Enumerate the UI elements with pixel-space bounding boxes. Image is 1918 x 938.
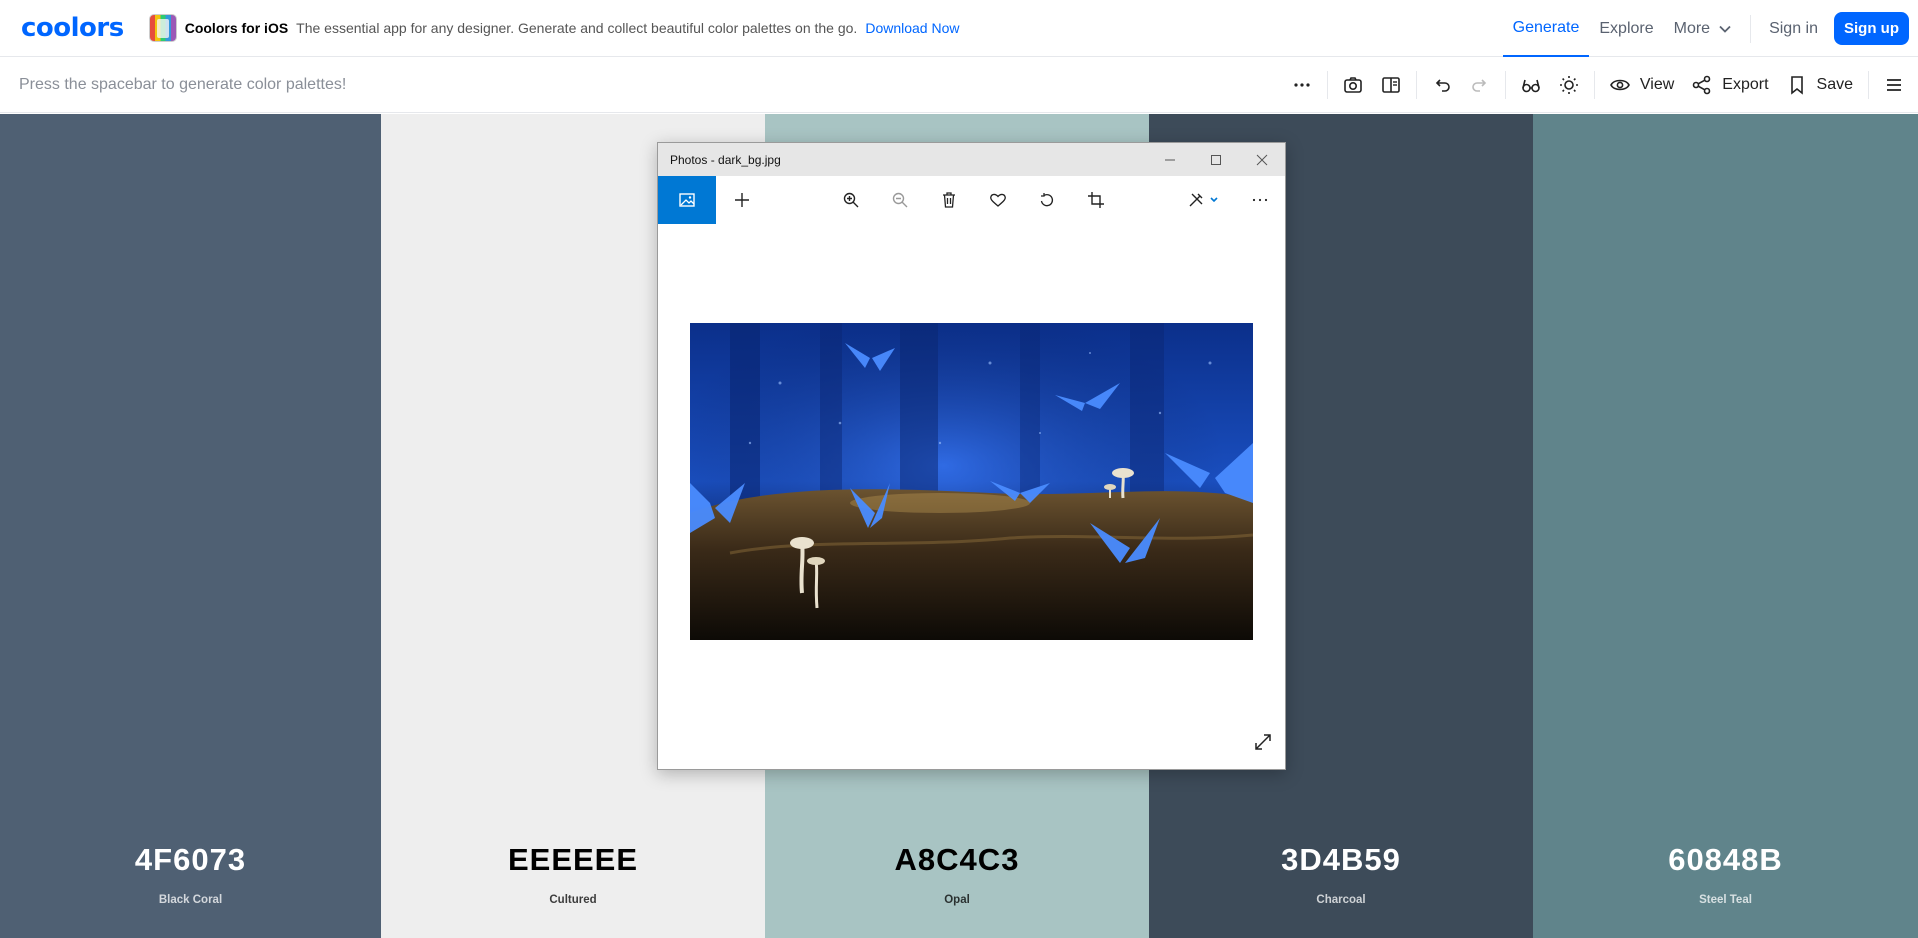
adjust-palette-button[interactable]: [1550, 57, 1588, 113]
chevron-down-icon: [1210, 197, 1218, 203]
full-screen-button[interactable]: [1253, 732, 1273, 757]
ios-promo-banner: Coolors for iOS The essential app for an…: [148, 14, 960, 42]
plus-icon: [735, 193, 749, 207]
download-now-link[interactable]: Download Now: [865, 20, 959, 36]
hamburger-menu-icon: [1887, 79, 1901, 91]
chevron-down-icon: [1719, 25, 1731, 33]
toolbar-divider: [1593, 71, 1595, 99]
promo-text: The essential app for any designer. Gene…: [296, 20, 858, 36]
photo-image[interactable]: [690, 323, 1253, 640]
redo-icon: [1472, 79, 1487, 92]
close-icon: [1256, 154, 1268, 165]
nav-more-label: More: [1673, 19, 1711, 37]
photos-toolbar: [658, 176, 1285, 224]
add-button[interactable]: [722, 176, 762, 224]
color-swatch[interactable]: 60848B Steel Teal: [1533, 114, 1918, 938]
toolbar-divider: [1504, 71, 1506, 99]
swatch-color-name[interactable]: Steel Teal: [1533, 894, 1918, 906]
nav-generate[interactable]: Generate: [1502, 0, 1590, 57]
generator-toolbar: Press the spacebar to generate color pal…: [0, 57, 1918, 113]
toolbar-actions: View Export Save: [1283, 57, 1918, 113]
swatch-hex[interactable]: 4F6073: [0, 842, 381, 878]
eye-icon: [1609, 79, 1630, 91]
zoom-in-icon: [843, 192, 859, 208]
edit-icon: [1189, 193, 1203, 207]
layout-icon: [1382, 77, 1400, 93]
promo-title: Coolors for iOS: [184, 20, 289, 36]
spacebar-hint: Press the spacebar to generate color pal…: [19, 75, 347, 93]
photos-app-window: Photos - dark_bg.jpg: [657, 142, 1286, 770]
save-label: Save: [1816, 76, 1853, 93]
nav-divider: [1750, 14, 1752, 43]
maximize-icon: [1211, 154, 1221, 165]
ios-app-icon: [148, 14, 177, 42]
expand-icon: [1255, 734, 1271, 750]
color-swatch[interactable]: 4F6073 Black Coral: [0, 114, 381, 938]
nav-more[interactable]: More: [1664, 0, 1742, 57]
sign-up-button[interactable]: Sign up: [1834, 12, 1909, 45]
camera-button[interactable]: [1334, 57, 1372, 113]
swatch-color-name[interactable]: Charcoal: [1149, 894, 1533, 906]
delete-button[interactable]: [929, 176, 969, 224]
bookmark-icon: [1790, 76, 1803, 95]
share-icon: [1692, 75, 1711, 95]
coolors-logo[interactable]: coolors: [21, 13, 124, 43]
nav-sign-in[interactable]: Sign in: [1759, 0, 1828, 57]
main-nav: Generate Explore More Sign in Sign up: [1502, 0, 1918, 57]
camera-icon: [1344, 77, 1362, 93]
save-button[interactable]: Save: [1778, 57, 1862, 113]
layout-button[interactable]: [1372, 57, 1410, 113]
swatch-color-name[interactable]: Cultured: [381, 894, 765, 906]
edit-create-button[interactable]: [1178, 176, 1228, 224]
more-options-button[interactable]: [1283, 57, 1321, 113]
glasses-icon: [1522, 79, 1540, 93]
undo-icon: [1435, 79, 1450, 92]
menu-button[interactable]: [1875, 57, 1918, 113]
image-icon: [679, 193, 695, 207]
zoom-out-button[interactable]: [880, 176, 920, 224]
swatch-hex[interactable]: 3D4B59: [1149, 842, 1533, 878]
maximize-button[interactable]: [1193, 143, 1239, 176]
top-navbar: coolors Coolors for iOS The essential ap…: [0, 0, 1918, 57]
toolbar-divider: [1415, 71, 1417, 99]
close-button[interactable]: [1239, 143, 1285, 176]
view-button[interactable]: View: [1601, 57, 1683, 113]
rotate-icon: [1040, 193, 1054, 207]
minimize-icon: [1165, 159, 1175, 160]
zoom-out-icon: [892, 192, 908, 208]
swatch-hex[interactable]: EEEEEE: [381, 842, 765, 878]
minimize-button[interactable]: [1147, 143, 1193, 176]
heart-icon: [990, 193, 1006, 207]
photos-title-bar[interactable]: Photos - dark_bg.jpg: [658, 143, 1285, 176]
see-all-photos-button[interactable]: [658, 176, 716, 224]
nav-explore[interactable]: Explore: [1589, 0, 1663, 57]
toolbar-divider: [1326, 71, 1328, 99]
swatch-hex[interactable]: 60848B: [1533, 842, 1918, 878]
crop-icon: [1088, 192, 1104, 208]
redo-button[interactable]: [1461, 57, 1499, 113]
view-label: View: [1639, 76, 1675, 93]
more-horizontal-icon: [1252, 198, 1268, 202]
more-horizontal-icon: [1294, 83, 1310, 87]
sun-icon: [1559, 76, 1578, 94]
export-button[interactable]: Export: [1683, 57, 1777, 113]
trash-icon: [943, 192, 955, 208]
color-blindness-button[interactable]: [1512, 57, 1550, 113]
photos-window-title: Photos - dark_bg.jpg: [670, 152, 781, 167]
crop-button[interactable]: [1076, 176, 1116, 224]
zoom-in-button[interactable]: [831, 176, 871, 224]
toolbar-divider: [1868, 71, 1869, 99]
see-more-button[interactable]: [1240, 176, 1280, 224]
export-label: Export: [1722, 76, 1769, 93]
swatch-color-name[interactable]: Opal: [765, 894, 1149, 906]
undo-button[interactable]: [1423, 57, 1461, 113]
favorite-button[interactable]: [978, 176, 1018, 224]
rotate-button[interactable]: [1027, 176, 1067, 224]
swatch-color-name[interactable]: Black Coral: [0, 894, 381, 906]
butterfly-photo-illustration: [690, 323, 1253, 640]
swatch-hex[interactable]: A8C4C3: [765, 842, 1149, 878]
